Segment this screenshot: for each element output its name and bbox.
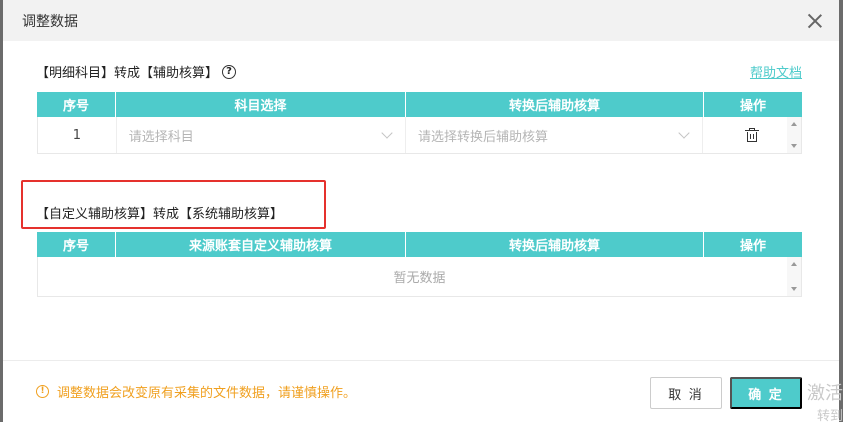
warning-icon: ! xyxy=(36,385,49,398)
warning-message: ! 调整数据会改变原有采集的文件数据，请谨慎操作。 xyxy=(36,382,356,401)
help-doc-link[interactable]: 帮助文档 xyxy=(750,62,802,81)
empty-table-body: 暂无数据 xyxy=(37,257,802,297)
warning-text: 调整数据会改变原有采集的文件数据，请谨慎操作。 xyxy=(57,386,357,401)
adjust-data-dialog: 调整数据 【明细科目】转成【辅助核算】 ? 帮助文档 序号 科目选择 转换后辅助… xyxy=(3,0,839,422)
activation-watermark-line2: 转到 xyxy=(816,409,843,422)
aux-select-placeholder: 请选择转换后辅助核算 xyxy=(418,129,549,145)
section1-title: 【明细科目】转成【辅助核算】 xyxy=(36,66,219,81)
col-header-index: 序号 xyxy=(37,92,116,117)
col-header-action: 操作 xyxy=(739,239,766,254)
col-header-aux: 转换后辅助核算 xyxy=(406,232,704,257)
chevron-down-icon xyxy=(678,127,690,139)
chevron-down-icon xyxy=(381,127,393,139)
scroll-up-icon[interactable] xyxy=(791,122,797,126)
row-index: 1 xyxy=(38,117,117,153)
subject-select-placeholder: 请选择科目 xyxy=(128,129,194,145)
table-header: 序号 科目选择 转换后辅助核算 操作 xyxy=(37,92,802,117)
section2-heading: 【自定义辅助核算】转成【系统辅助核算】 xyxy=(36,203,283,222)
aux-select[interactable]: 请选择转换后辅助核算 xyxy=(406,117,704,153)
dialog-header: 调整数据 xyxy=(3,0,839,41)
table-row: 1 请选择科目 请选择转换后辅助核算 xyxy=(37,117,802,154)
scroll-up-icon[interactable] xyxy=(791,262,797,266)
table-scrollbar[interactable] xyxy=(787,257,801,296)
confirm-button[interactable]: 确 定 xyxy=(730,377,802,409)
subject-select[interactable]: 请选择科目 xyxy=(117,117,407,153)
cancel-button[interactable]: 取 消 xyxy=(650,377,722,409)
scroll-down-icon[interactable] xyxy=(791,144,797,148)
empty-text: 暂无数据 xyxy=(393,271,446,286)
section1-heading: 【明细科目】转成【辅助核算】 ? xyxy=(36,62,237,81)
trash-icon[interactable] xyxy=(744,127,759,143)
col-header-source: 来源账套自定义辅助核算 xyxy=(116,232,406,257)
dialog-title: 调整数据 xyxy=(22,13,78,30)
col-header-index: 序号 xyxy=(37,232,116,257)
table-scrollbar[interactable] xyxy=(787,117,801,153)
activation-watermark-line1: 激活 xyxy=(807,383,843,404)
close-icon[interactable] xyxy=(807,13,823,29)
col-header-action: 操作 xyxy=(739,99,766,114)
table-header: 序号 来源账套自定义辅助核算 转换后辅助核算 操作 xyxy=(37,232,802,257)
dialog-footer: ! 调整数据会改变原有采集的文件数据，请谨慎操作。 取 消 确 定 xyxy=(3,360,839,422)
col-header-subject: 科目选择 xyxy=(116,92,406,117)
col-header-aux: 转换后辅助核算 xyxy=(406,92,704,117)
custom-aux-table: 序号 来源账套自定义辅助核算 转换后辅助核算 操作 暂无数据 xyxy=(37,232,802,297)
section2-title: 【自定义辅助核算】转成【系统辅助核算】 xyxy=(36,207,284,222)
help-circle-icon[interactable]: ? xyxy=(222,64,237,79)
scroll-down-icon[interactable] xyxy=(791,287,797,291)
subject-table: 序号 科目选择 转换后辅助核算 操作 1 请选择科目 请选择转换后辅助核算 xyxy=(37,92,802,154)
